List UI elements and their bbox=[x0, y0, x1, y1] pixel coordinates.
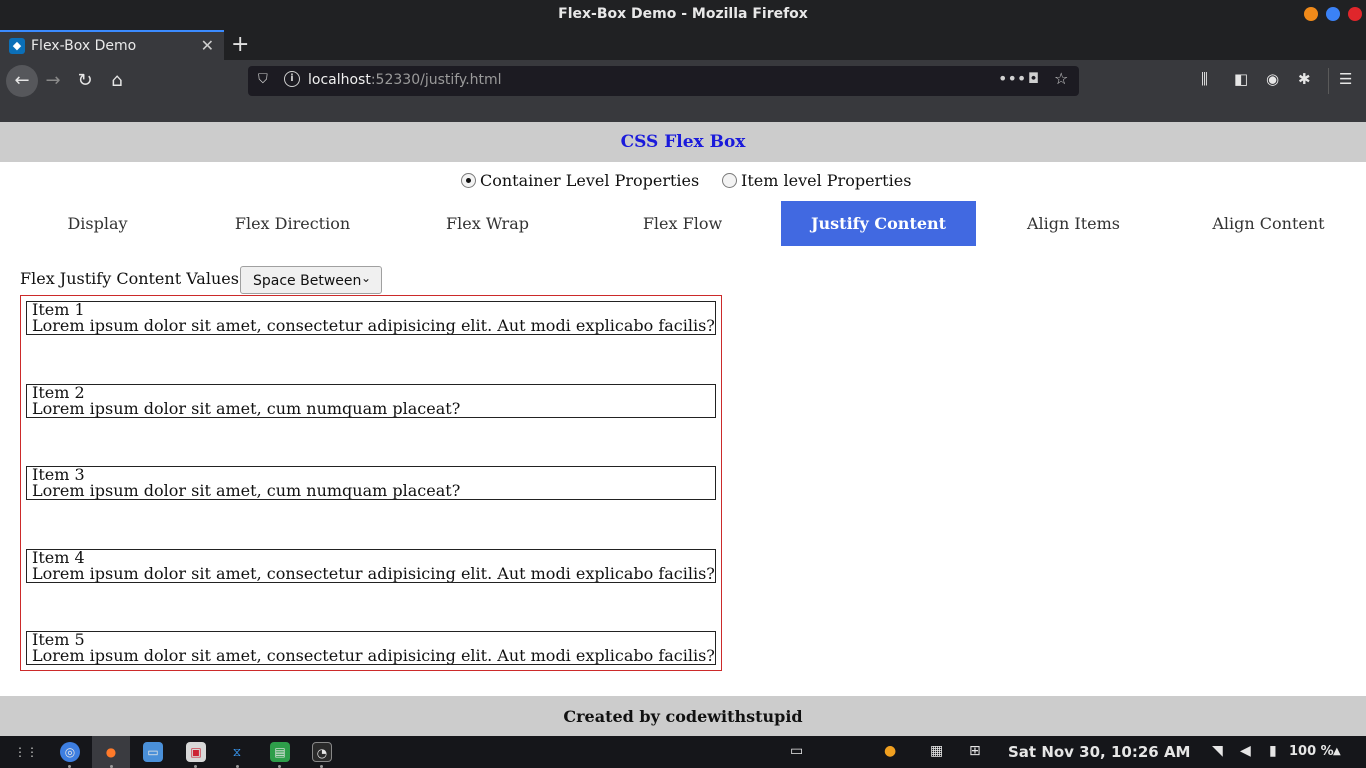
maximize-button[interactable] bbox=[1326, 7, 1340, 21]
display-icon[interactable]: ▭ bbox=[790, 743, 803, 759]
radio-button[interactable] bbox=[722, 173, 737, 188]
site-info-icon[interactable]: i bbox=[284, 71, 300, 87]
url-text[interactable]: localhost:52330/justify.html bbox=[308, 72, 502, 88]
tab-display[interactable]: Display bbox=[0, 201, 195, 246]
radio-container-level[interactable]: Container Level Properties bbox=[461, 171, 699, 190]
close-window-button[interactable] bbox=[1348, 7, 1362, 21]
radio-label: Container Level Properties bbox=[480, 171, 700, 190]
page-title: CSS Flex Box bbox=[620, 132, 746, 152]
window-title: Flex-Box Demo - Mozilla Firefox bbox=[558, 6, 808, 22]
page-header: CSS Flex Box bbox=[0, 122, 1366, 162]
account-icon[interactable]: ◉ bbox=[1266, 70, 1279, 88]
address-bar[interactable]: ⛉ i localhost:52330/justify.html ••• ◘ ☆ bbox=[248, 66, 1079, 96]
flex-item: Item 3 Lorem ipsum dolor sit amet, cum n… bbox=[26, 466, 716, 500]
window-titlebar: Flex-Box Demo - Mozilla Firefox bbox=[0, 0, 1366, 30]
tab-strip: ◆ Flex-Box Demo ✕ + bbox=[0, 30, 1366, 60]
files-icon[interactable]: ▭ bbox=[143, 742, 163, 762]
library-icon[interactable]: ⫼ bbox=[1201, 70, 1208, 88]
select-value: Space Between bbox=[253, 273, 362, 289]
radio-item-level[interactable]: Item level Properties bbox=[722, 171, 911, 190]
tray-expand-icon[interactable]: ▲ bbox=[1333, 746, 1341, 757]
toolbar-separator bbox=[1328, 68, 1329, 94]
page-favicon-icon: ◆ bbox=[9, 38, 25, 54]
update-icon[interactable]: ● bbox=[884, 743, 896, 759]
item-text: Lorem ipsum dolor sit amet, cum numquam … bbox=[32, 481, 461, 500]
tab-flex-flow[interactable]: Flex Flow bbox=[585, 201, 780, 246]
tab-title: Flex-Box Demo bbox=[31, 38, 137, 54]
chevron-down-icon: ⌄ bbox=[360, 271, 371, 285]
sidebar-icon[interactable]: ◧ bbox=[1234, 70, 1248, 88]
wifi-icon[interactable]: ◥ bbox=[1212, 743, 1223, 759]
firefox-icon[interactable]: ● bbox=[92, 736, 130, 768]
tab-flex-direction[interactable]: Flex Direction bbox=[195, 201, 390, 246]
chrome-icon[interactable]: ◎ bbox=[60, 742, 80, 762]
justify-content-select[interactable]: Space Between ⌄ bbox=[240, 266, 382, 294]
select-label: Flex Justify Content Values bbox=[20, 269, 239, 288]
item-text: Lorem ipsum dolor sit amet, consectetur … bbox=[32, 563, 715, 583]
battery-level: 100 % bbox=[1289, 744, 1334, 759]
footer-credit: Created by codewithstupid bbox=[563, 707, 803, 726]
pocket-icon[interactable]: ◘ bbox=[1028, 71, 1039, 87]
taskbar-clock[interactable]: Sat Nov 30, 10:26 AM bbox=[1008, 743, 1190, 761]
terminal-icon[interactable]: ◔ bbox=[312, 742, 332, 762]
radio-button-checked[interactable] bbox=[461, 173, 476, 188]
browser-tab[interactable]: ◆ Flex-Box Demo ✕ bbox=[0, 30, 224, 60]
toolbar-bottom bbox=[0, 102, 1366, 122]
volume-icon[interactable]: ◀ bbox=[1240, 743, 1251, 759]
back-button[interactable]: ← bbox=[6, 65, 38, 97]
apps-grid-icon[interactable]: ⋮⋮ bbox=[14, 742, 38, 762]
tab-flex-wrap[interactable]: Flex Wrap bbox=[390, 201, 585, 246]
item-text: Lorem ipsum dolor sit amet, consectetur … bbox=[32, 316, 715, 335]
tab-justify-content[interactable]: Justify Content bbox=[781, 201, 976, 246]
extension-icon[interactable]: ✱ bbox=[1298, 70, 1311, 88]
tracking-protection-icon[interactable]: ⛉ bbox=[258, 72, 268, 87]
page-actions-icon[interactable]: ••• bbox=[998, 69, 1026, 88]
vscode-icon[interactable]: ⧖ bbox=[227, 742, 247, 762]
battery-icon[interactable]: ▮ bbox=[1269, 743, 1277, 759]
tab-align-items[interactable]: Align Items bbox=[976, 201, 1171, 246]
screenshot-icon[interactable]: ▣ bbox=[186, 742, 206, 762]
flex-container: Item 1 Lorem ipsum dolor sit amet, conse… bbox=[20, 295, 722, 671]
screen-icon[interactable]: ⊞ bbox=[969, 743, 981, 759]
item-text: Lorem ipsum dolor sit amet, consectetur … bbox=[32, 646, 715, 665]
forward-button[interactable]: → bbox=[40, 68, 66, 94]
item-text: Lorem ipsum dolor sit amet, cum numquam … bbox=[32, 398, 461, 418]
system-taskbar: ⋮⋮ ◎ ● ▭ ▣ ⧖ ▤ ◔ ▭ ● ▦ ⊞ Sat Nov 30, 10:… bbox=[0, 736, 1366, 768]
bookmark-star-icon[interactable]: ☆ bbox=[1054, 69, 1068, 88]
home-button[interactable]: ⌂ bbox=[104, 68, 130, 94]
tab-align-content[interactable]: Align Content bbox=[1171, 201, 1366, 246]
spreadsheet-icon[interactable]: ▤ bbox=[270, 742, 290, 762]
property-tabs: Display Flex Direction Flex Wrap Flex Fl… bbox=[0, 201, 1366, 246]
close-tab-icon[interactable]: ✕ bbox=[201, 36, 214, 55]
reload-button[interactable]: ↻ bbox=[72, 68, 98, 94]
url-path: :52330/justify.html bbox=[370, 72, 502, 88]
url-host: localhost bbox=[308, 72, 371, 88]
new-tab-button[interactable]: + bbox=[231, 32, 249, 57]
cpu-icon[interactable]: ▦ bbox=[930, 743, 943, 759]
flex-item: Item 2 Lorem ipsum dolor sit amet, cum n… bbox=[26, 383, 716, 418]
flex-item: Item 5 Lorem ipsum dolor sit amet, conse… bbox=[26, 631, 716, 665]
page-content: CSS Flex Box Container Level Properties … bbox=[0, 122, 1366, 736]
radio-label: Item level Properties bbox=[741, 171, 912, 190]
flex-item: Item 4 Lorem ipsum dolor sit amet, conse… bbox=[26, 548, 716, 583]
flex-item: Item 1 Lorem ipsum dolor sit amet, conse… bbox=[26, 301, 716, 335]
page-footer: Created by codewithstupid bbox=[0, 696, 1366, 736]
minimize-button[interactable] bbox=[1304, 7, 1318, 21]
menu-icon[interactable]: ☰ bbox=[1339, 70, 1352, 88]
